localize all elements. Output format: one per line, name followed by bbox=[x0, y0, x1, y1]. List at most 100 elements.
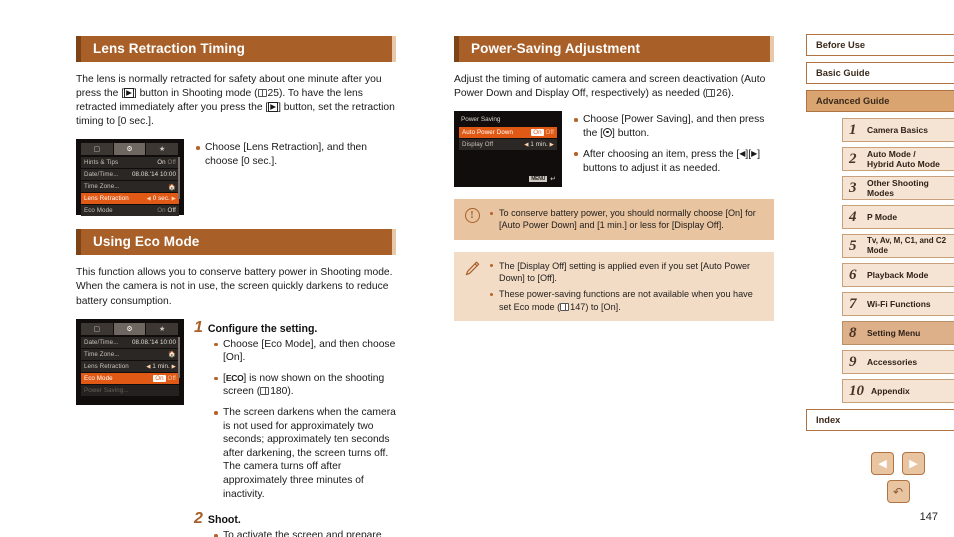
func-set-button-icon bbox=[603, 127, 613, 137]
intro-part-2: 26). bbox=[716, 88, 734, 100]
chapter-label: Playback Mode bbox=[867, 270, 929, 280]
step-number: 2 bbox=[194, 510, 203, 528]
middle-column: Power-Saving Adjustment Adjust the timin… bbox=[454, 36, 774, 321]
lcd-row-value: ◀ 0 sec. ▶ bbox=[146, 195, 176, 203]
lcd-row-label: Time Zone... bbox=[84, 183, 120, 191]
eco-mode-intro: This function allows you to conserve bat… bbox=[76, 267, 393, 307]
step-number: 1 bbox=[194, 318, 203, 336]
home-icon: 🏠 bbox=[168, 183, 176, 191]
camera-screen-eco-mode: ▢ ⚙ ★ Date/Time... 08.08.'14 10:00 Time … bbox=[76, 318, 184, 405]
right-arrow-icon: ▶ bbox=[549, 142, 554, 149]
chapter-label: Setting Menu bbox=[867, 328, 921, 338]
sidebar-item-before-use[interactable]: Before Use bbox=[806, 34, 954, 56]
lcd-menu-rows: Auto Power Down On Off Display Off ◀ 1 m… bbox=[459, 127, 557, 151]
step-bullets: To activate the screen and prepare for s… bbox=[194, 529, 396, 537]
lcd-scrollbar bbox=[178, 157, 180, 199]
lcd-footer: MENU ↵ bbox=[529, 175, 556, 183]
warning-note-box: ! To conserve battery power, you should … bbox=[454, 199, 774, 240]
instruction-bullet: Choose [Eco Mode], and then choose [On]. bbox=[212, 338, 396, 365]
lcd-row-label: Display Off bbox=[462, 141, 494, 149]
sidebar-chapter-8[interactable]: 8 Setting Menu bbox=[842, 321, 954, 345]
chapter-label: Other Shooting Modes bbox=[867, 178, 929, 198]
arrow-buttons: ◀ ▶ bbox=[856, 452, 940, 475]
lcd-row: Eco Mode On Off bbox=[81, 205, 179, 217]
note-bullet: These power-saving functions are not ava… bbox=[488, 288, 764, 313]
chapter-label: Tv, Av, M, C1, and C2 Mode bbox=[867, 236, 947, 255]
sidebar-chapter-5[interactable]: 5 Tv, Av, M, C1, and C2 Mode bbox=[842, 234, 954, 258]
chapter-number: 2 bbox=[849, 150, 857, 167]
chapter-number: 4 bbox=[849, 208, 857, 225]
sidebar-item-basic-guide[interactable]: Basic Guide bbox=[806, 62, 954, 84]
lens-retraction-intro: The lens is normally retracted for safet… bbox=[76, 73, 396, 129]
lcd-menu-rows: Date/Time... 08.08.'14 10:00 Time Zone..… bbox=[81, 336, 180, 396]
camera-screen-power-saving: Power Saving Auto Power Down On Off Disp… bbox=[454, 111, 562, 188]
home-icon: 🏠 bbox=[168, 351, 176, 359]
lcd-row-label: Lens Retraction bbox=[84, 362, 129, 370]
lens-retraction-figure-row: ▢ ⚙ ★ Hints & Tips On Off Date/Time... 0… bbox=[76, 139, 396, 217]
sidebar-item-index[interactable]: Index bbox=[806, 409, 954, 431]
lcd-row-value: ◀ 1 min. ▶ bbox=[524, 141, 554, 149]
lcd-row-label: Lens Retraction bbox=[84, 195, 129, 203]
manual-page: Lens Retraction Timing The lens is norma… bbox=[0, 0, 954, 537]
page-ref-book-icon bbox=[706, 89, 716, 98]
lcd-row-label: Eco Mode bbox=[84, 207, 113, 215]
sidebar-chapter-6[interactable]: 6 Playback Mode bbox=[842, 263, 954, 287]
chapter-label: Appendix bbox=[871, 386, 910, 396]
previous-page-button[interactable]: ◀ bbox=[871, 452, 894, 475]
lcd-screen-title: Power Saving bbox=[461, 116, 501, 124]
step-header: 2 Shoot. bbox=[194, 510, 396, 528]
chapter-label: Accessories bbox=[867, 357, 918, 367]
note-bullet: To conserve battery power, you should no… bbox=[488, 207, 764, 232]
sidebar-item-advanced-guide[interactable]: Advanced Guide bbox=[806, 90, 954, 112]
return-arrow-icon: ↵ bbox=[550, 176, 556, 184]
page-number: 147 bbox=[919, 511, 938, 523]
lcd-row-label: Auto Power Down bbox=[462, 129, 514, 137]
step-header: 1 Configure the setting. bbox=[194, 318, 396, 336]
sidebar-chapter-10[interactable]: 10 Appendix bbox=[842, 379, 954, 403]
chapter-number: 1 bbox=[849, 121, 857, 138]
chapter-number: 6 bbox=[849, 266, 857, 283]
camera-tab-icon: ▢ bbox=[81, 143, 113, 156]
lcd-row-selected: Eco Mode On Off bbox=[81, 372, 179, 384]
power-saving-figure-row: Power Saving Auto Power Down On Off Disp… bbox=[454, 111, 774, 188]
page-ref-book-icon bbox=[560, 302, 570, 311]
lcd-row-value: 08.08.'14 10:00 bbox=[132, 338, 176, 346]
lens-retraction-instructions: Choose [Lens Retraction], and then choos… bbox=[194, 139, 396, 175]
sidebar-chapter-1[interactable]: 1 Camera Basics bbox=[842, 118, 954, 142]
sidebar-chapter-4[interactable]: 4 P Mode bbox=[842, 205, 954, 229]
sidebar-chapter-2[interactable]: 2 Auto Mode / Hybrid Auto Mode bbox=[842, 147, 954, 171]
sidebar-chapter-3[interactable]: 3 Other Shooting Modes bbox=[842, 176, 954, 200]
instruction-bullet: [ECO] is now shown on the shooting screen… bbox=[212, 372, 396, 399]
star-tab-icon: ★ bbox=[146, 143, 179, 156]
sidebar-chapter-7[interactable]: 7 Wi-Fi Functions bbox=[842, 292, 954, 316]
page-ref-book-icon bbox=[257, 89, 267, 98]
note-icon-wrap: ! bbox=[462, 207, 482, 232]
step-title: Shoot. bbox=[207, 514, 241, 527]
eco-mode-icon: ECO bbox=[225, 372, 244, 383]
lcd-row-label: Date/Time... bbox=[84, 338, 119, 346]
lcd-row-disabled: Power Saving... bbox=[81, 384, 179, 396]
chapter-label: P Mode bbox=[867, 212, 898, 222]
lcd-row-value: On Off bbox=[157, 207, 176, 215]
eco-mode-figure-row: ▢ ⚙ ★ Date/Time... 08.08.'14 10:00 Time … bbox=[76, 318, 396, 537]
note-icon-wrap bbox=[462, 260, 482, 313]
instruction-bullet: After choosing an item, press the [◀][▶]… bbox=[572, 147, 774, 175]
tip-note-body: The [Display Off] setting is applied eve… bbox=[488, 260, 764, 313]
playback-button-icon-2: ▶ bbox=[268, 102, 279, 113]
lcd-row-value: On Off bbox=[153, 374, 176, 382]
instruction-bullet: Choose [Power Saving], and then press th… bbox=[572, 113, 774, 140]
lcd-row-selected: Auto Power Down On Off bbox=[459, 127, 557, 139]
lcd-scrollbar bbox=[178, 336, 180, 378]
wrench-tab-icon: ⚙ bbox=[113, 143, 146, 156]
pencil-icon bbox=[465, 261, 480, 275]
left-column: Lens Retraction Timing The lens is norma… bbox=[76, 36, 396, 537]
return-home-button[interactable]: ↶ bbox=[886, 480, 910, 503]
step-title: Configure the setting. bbox=[207, 322, 318, 335]
camera-tab-icon: ▢ bbox=[81, 322, 113, 335]
right-arrow-icon: ▶ bbox=[171, 363, 176, 370]
section-heading-eco-mode: Using Eco Mode bbox=[76, 229, 396, 256]
next-page-button[interactable]: ▶ bbox=[902, 452, 925, 475]
sidebar-chapter-9[interactable]: 9 Accessories bbox=[842, 350, 954, 374]
lcd-row-label: Date/Time... bbox=[84, 171, 119, 179]
right-arrow-icon: ▶ bbox=[171, 196, 176, 203]
